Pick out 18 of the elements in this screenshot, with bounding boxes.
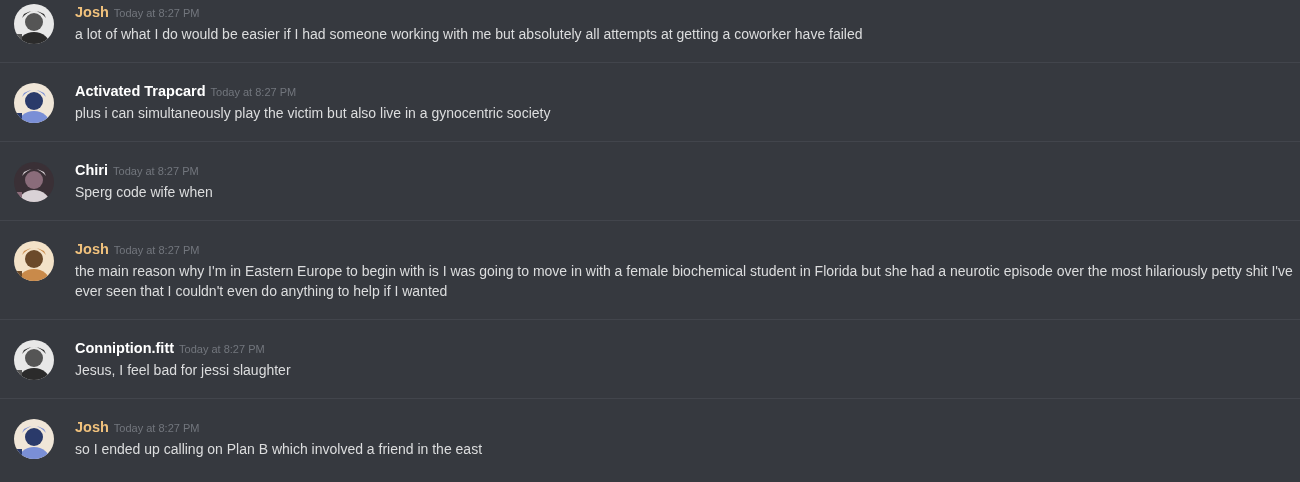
timestamp: Today at 8:27 PM: [179, 343, 265, 355]
timestamp: Today at 8:27 PM: [113, 7, 200, 19]
username[interactable]: Josh: [75, 419, 109, 435]
username[interactable]: Activated Trapcard: [75, 83, 206, 99]
timestamp: Today at 8:27 PM: [210, 86, 297, 98]
username[interactable]: Chiri: [75, 162, 109, 178]
message-text: plus i can simultaneously play the victim but also live in a gynocentric society: [75, 104, 551, 123]
username[interactable]: Josh: [75, 241, 109, 257]
message-text: a lot of what I do would be easier if I had someone working with me but absolutely all attempts at getting a coworker have failed: [75, 25, 863, 44]
timestamp: Today at 8:27 PM: [113, 422, 200, 434]
message-text: the main reason why I'm in Eastern Europe to begin with is I was going to move in with a female biochemical student in Florida but she had a neurotic episode over the most hilariously petty shit I've ever seen that I couldn't even do anything to help if I wanted: [75, 262, 1293, 301]
timestamp: Today at 8:27 PM: [113, 244, 200, 256]
message-text: so I ended up calling on Plan B which involved a friend in the east: [75, 440, 483, 459]
timestamp: Today at 8:27 PM: [113, 165, 199, 177]
username[interactable]: Conniption.fitt: [75, 340, 175, 356]
username[interactable]: Josh: [75, 4, 109, 20]
message-text: Jesus, I feel bad for jessi slaughter: [75, 361, 291, 380]
message-text: Sperg code wife when: [75, 183, 213, 202]
